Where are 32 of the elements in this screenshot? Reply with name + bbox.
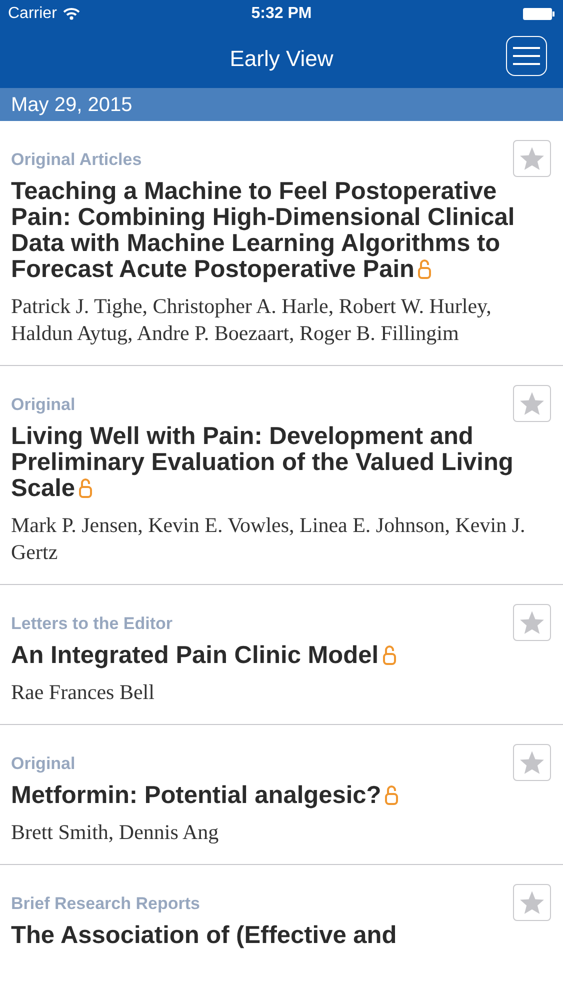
article-category: Original bbox=[11, 753, 76, 775]
star-icon bbox=[519, 890, 545, 915]
favorite-button[interactable] bbox=[513, 884, 551, 921]
article-authors: Patrick J. Tighe, Christopher A. Harle, Robert W. Hurley, Haldun Aytug, Andre P. Boezaart, Roger B. Fillingim bbox=[11, 293, 492, 347]
menu-icon bbox=[513, 46, 540, 66]
carrier-label: Carrier bbox=[8, 4, 57, 24]
article-title[interactable]: An Integrated Pain Clinic Model bbox=[11, 643, 551, 669]
article-title[interactable]: The Association of (Effective and bbox=[11, 923, 551, 949]
article-authors: Rae Frances Bell bbox=[11, 679, 156, 706]
star-icon bbox=[519, 391, 545, 416]
star-icon bbox=[519, 750, 545, 775]
article-title[interactable]: Living Well with Pain: Development and Preliminary Evaluation of the Valued Living Scale bbox=[11, 424, 551, 502]
battery-icon bbox=[523, 7, 555, 21]
section-date: May 29, 2015 bbox=[11, 92, 132, 118]
star-icon bbox=[519, 610, 545, 635]
status-time: 5:32 PM bbox=[251, 4, 312, 24]
article-title[interactable]: Teaching a Machine to Feel Postoperative Pain: Combining High-Dimensional Clinical Data with Machine Learning Algorithms to Forecast Acute Postoperative Pain bbox=[11, 179, 551, 283]
nav-title: Early View bbox=[230, 44, 334, 73]
article-category: Original bbox=[11, 394, 76, 416]
article-category: Brief Research Reports bbox=[11, 893, 200, 915]
favorite-button[interactable] bbox=[513, 140, 551, 177]
menu-button[interactable] bbox=[506, 36, 547, 76]
article-title[interactable]: Metformin: Potential analgesic? bbox=[11, 783, 551, 809]
favorite-button[interactable] bbox=[513, 385, 551, 422]
star-icon bbox=[519, 146, 545, 171]
wifi-icon bbox=[62, 8, 80, 20]
article-authors: Brett Smith, Dennis Ang bbox=[11, 819, 220, 846]
article-authors: Mark P. Jensen, Kevin E. Vowles, Linea E. Johnson, Kevin J. Gertz bbox=[11, 512, 526, 566]
article-category: Letters to the Editor bbox=[11, 613, 173, 635]
favorite-button[interactable] bbox=[513, 744, 551, 781]
article-category: Original Articles bbox=[11, 149, 142, 171]
favorite-button[interactable] bbox=[513, 604, 551, 641]
